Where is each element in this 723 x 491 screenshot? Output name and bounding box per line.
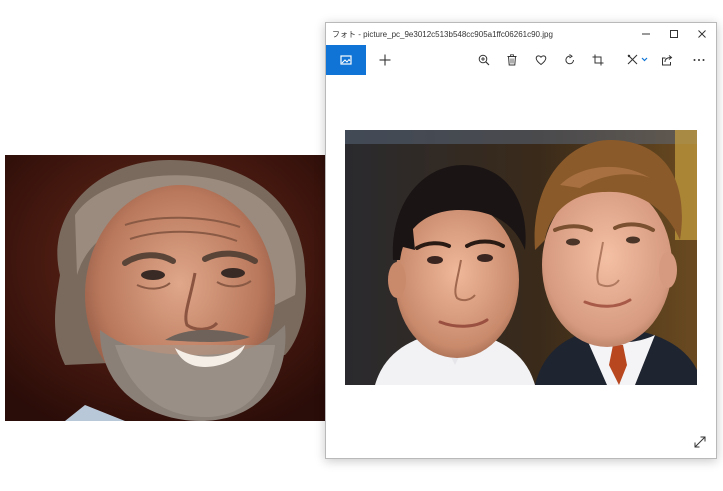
zoom-in-button[interactable] — [469, 45, 498, 75]
add-icon — [379, 54, 391, 66]
expand-icon — [694, 436, 706, 448]
minimize-button[interactable] — [632, 23, 660, 45]
photos-app-window[interactable]: フォト - picture_pc_9e3012c513b548cc905a1ff… — [325, 22, 717, 459]
minimize-icon — [642, 33, 650, 35]
home-collection-icon — [340, 55, 352, 65]
favorite-button[interactable] — [527, 45, 556, 75]
share-button[interactable] — [653, 45, 682, 75]
window-controls — [632, 23, 716, 45]
share-icon — [662, 55, 673, 66]
crop-button[interactable] — [584, 45, 613, 75]
crop-icon — [592, 54, 604, 66]
window-title: フォト - picture_pc_9e3012c513b548cc905a1ff… — [332, 29, 553, 39]
more-icon — [693, 59, 705, 61]
title-bar[interactable]: フォト - picture_pc_9e3012c513b548cc905a1ff… — [326, 23, 716, 45]
background-photo — [5, 155, 327, 421]
image-viewer[interactable] — [326, 75, 716, 458]
zoom-in-icon — [478, 54, 490, 66]
rotate-button[interactable] — [555, 45, 584, 75]
fullscreen-button[interactable] — [692, 434, 708, 450]
displayed-photo[interactable] — [345, 130, 697, 385]
delete-button[interactable] — [498, 45, 527, 75]
close-button[interactable] — [688, 23, 716, 45]
toolbar — [326, 45, 716, 75]
edit-icon — [627, 54, 648, 65]
maximize-button[interactable] — [660, 23, 688, 45]
favorite-icon — [535, 55, 547, 66]
desktop: フォト - picture_pc_9e3012c513b548cc905a1ff… — [0, 0, 723, 491]
rotate-icon — [565, 54, 574, 65]
home-collection-button[interactable] — [326, 45, 367, 75]
delete-icon — [507, 54, 517, 66]
add-button[interactable] — [366, 45, 404, 75]
edit-button[interactable] — [622, 45, 653, 75]
close-icon — [698, 30, 706, 38]
maximize-icon — [670, 30, 678, 38]
more-button[interactable] — [682, 45, 716, 75]
